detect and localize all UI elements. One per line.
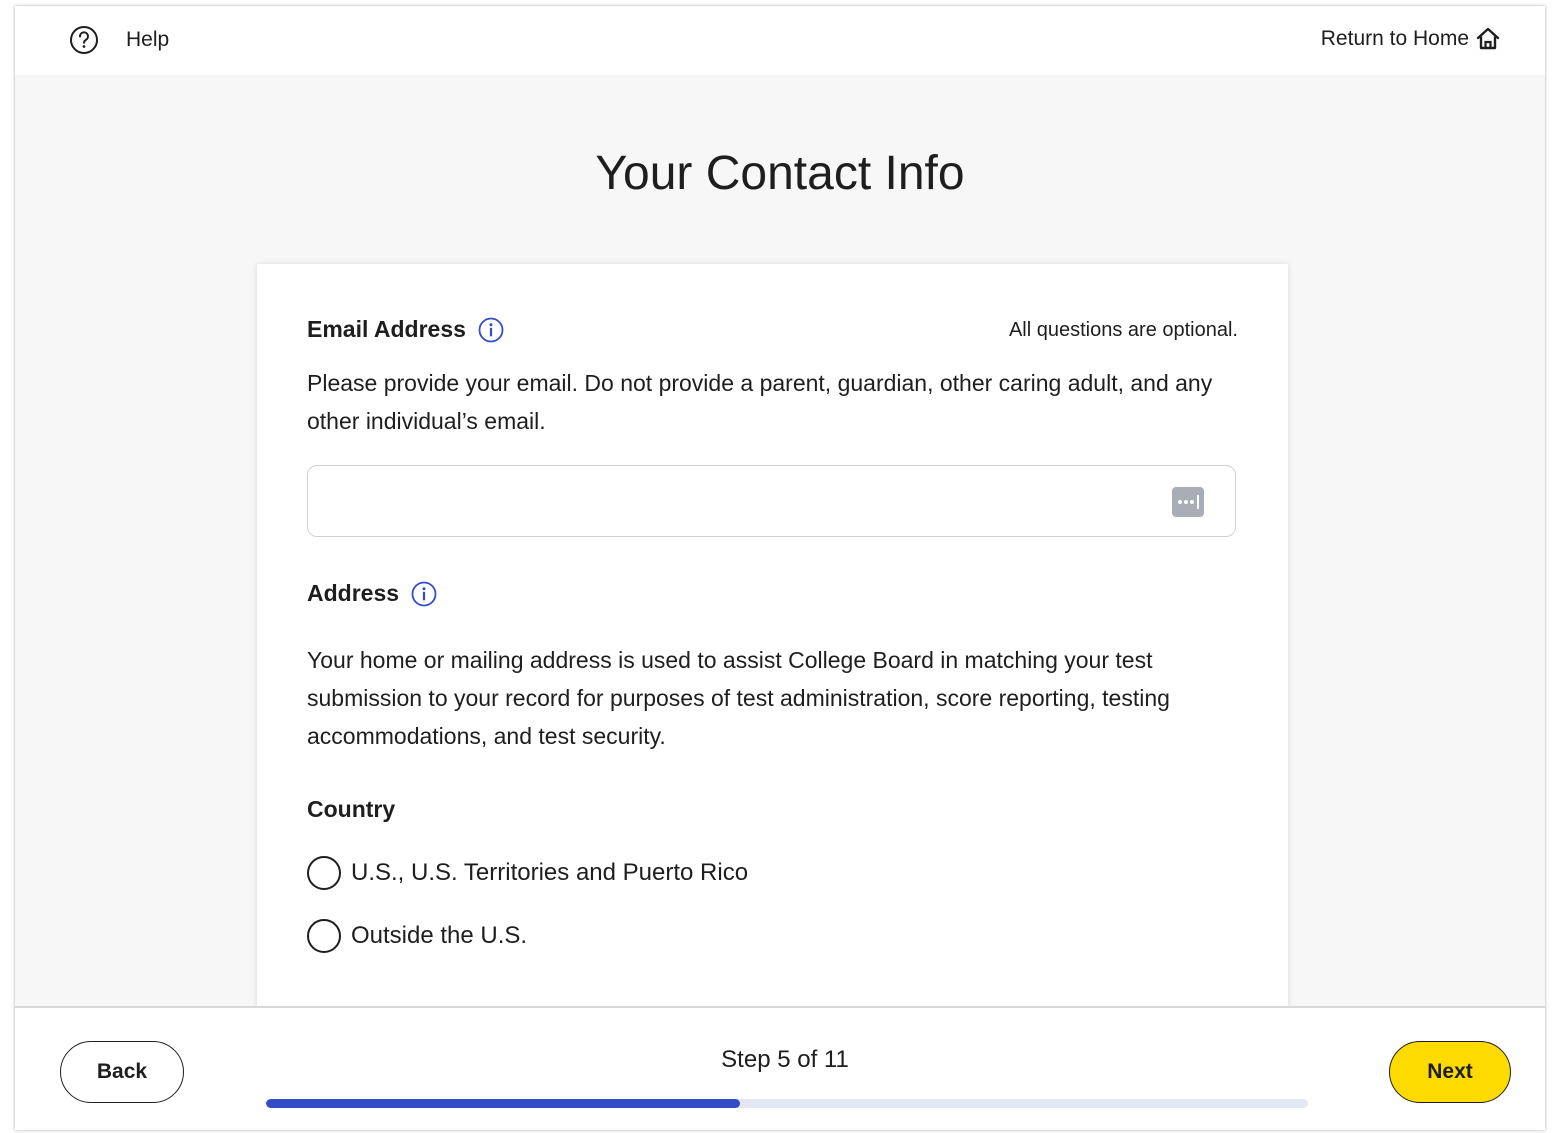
email-input[interactable] xyxy=(326,466,1170,536)
country-option-us[interactable]: U.S., U.S. Territories and Puerto Rico xyxy=(307,856,748,890)
top-bar: Help Return to Home xyxy=(15,6,1545,75)
progress-fill xyxy=(266,1099,740,1108)
app-window: Help Return to Home Your Contact Info Em… xyxy=(15,6,1545,1130)
radio-label: U.S., U.S. Territories and Puerto Rico xyxy=(351,859,749,886)
country-heading: Country xyxy=(307,796,395,823)
return-home-link[interactable]: Return to Home xyxy=(1321,26,1501,52)
next-button[interactable]: Next xyxy=(1389,1041,1511,1103)
help-link[interactable]: Help xyxy=(126,28,169,52)
email-field[interactable] xyxy=(307,465,1236,537)
return-home-label: Return to Home xyxy=(1320,27,1469,50)
radio-label: Outside the U.S. xyxy=(351,922,528,949)
contact-form-card: Email Address All questions are optional… xyxy=(257,264,1288,1024)
email-label: Email Address xyxy=(307,316,466,342)
step-indicator: Step 5 of 11 xyxy=(721,1046,849,1073)
country-label: Country xyxy=(307,796,396,822)
address-section-heading: Address xyxy=(307,580,437,607)
radio-button[interactable] xyxy=(307,919,341,953)
optional-note: All questions are optional. xyxy=(1008,319,1238,341)
email-description: Please provide your email. Do not provid… xyxy=(307,370,1213,434)
address-label: Address xyxy=(307,580,400,606)
progress-bar xyxy=(266,1099,1308,1108)
home-icon xyxy=(1476,27,1500,50)
address-description: Your home or mailing address is used to … xyxy=(307,647,1170,749)
info-icon[interactable] xyxy=(411,581,437,607)
page-title: Your Contact Info xyxy=(595,147,965,200)
radio-button[interactable] xyxy=(307,856,341,890)
footer-nav: Back Step 5 of 11 Next xyxy=(15,1006,1545,1130)
email-section-heading: Email Address xyxy=(307,316,504,343)
help-circle-icon[interactable] xyxy=(69,25,99,55)
country-option-outside-us[interactable]: Outside the U.S. xyxy=(307,919,527,953)
info-icon[interactable] xyxy=(478,317,504,343)
autofill-icon[interactable] xyxy=(1171,486,1205,518)
